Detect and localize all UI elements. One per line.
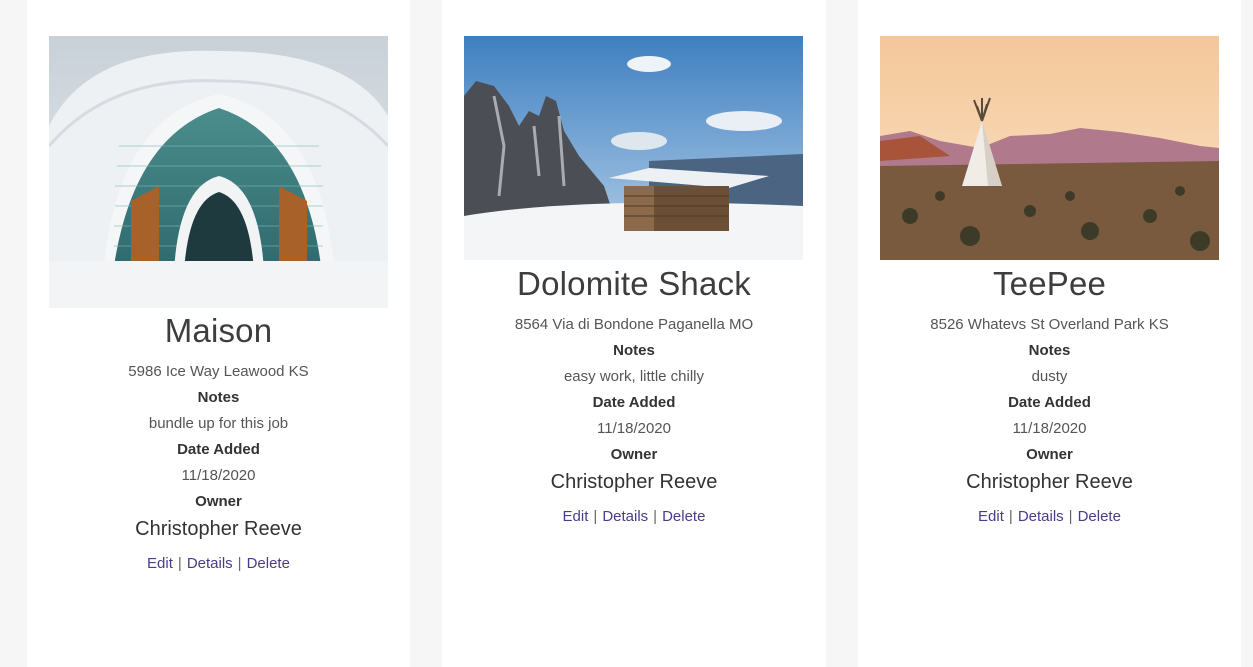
separator: | (177, 555, 182, 572)
owner-name: Christopher Reeve (966, 471, 1133, 493)
date-added-label: Date Added (177, 441, 260, 458)
notes-label: Notes (613, 342, 655, 359)
property-title: Maison (164, 312, 273, 349)
property-address: 8564 Via di Bondone Paganella MO (514, 316, 754, 333)
delete-link[interactable]: Delete (247, 555, 290, 572)
property-card: TeePee 8526 Whatevs St Overland Park KS … (858, 10, 1241, 664)
separator: | (593, 508, 598, 525)
details-link[interactable]: Details (1018, 508, 1064, 525)
mountain-shack-image (464, 36, 803, 260)
separator: | (653, 508, 658, 525)
teepee-desert-image (880, 36, 1219, 260)
edit-link[interactable]: Edit (147, 555, 173, 572)
card-actions: Edit | Details | Delete (858, 506, 1241, 528)
separator: | (1068, 508, 1073, 525)
notes-value: easy work, little chilly (563, 368, 705, 385)
card-actions: Edit | Details | Delete (442, 506, 826, 528)
delete-link[interactable]: Delete (1078, 508, 1121, 525)
owner-label: Owner (195, 493, 242, 510)
property-photo-ice-hotel[interactable] (49, 36, 388, 308)
property-photo-teepee[interactable] (880, 36, 1219, 260)
property-address: 8526 Whatevs St Overland Park KS (930, 316, 1169, 333)
card-actions: Edit | Details | Delete (27, 553, 410, 575)
date-added-label: Date Added (1008, 394, 1091, 411)
page-gutter (826, 0, 858, 667)
property-title: TeePee (992, 265, 1107, 302)
separator: | (237, 555, 242, 572)
property-card: Dolomite Shack 8564 Via di Bondone Pagan… (442, 10, 826, 664)
edit-link[interactable]: Edit (978, 508, 1004, 525)
notes-label: Notes (1028, 342, 1071, 359)
date-added-label: Date Added (592, 394, 676, 411)
edit-link[interactable]: Edit (563, 508, 589, 525)
notes-label: Notes (197, 389, 240, 406)
page-gutter (410, 0, 442, 667)
owner-label: Owner (610, 446, 658, 463)
separator: | (1008, 508, 1013, 525)
property-photo-mountain-shack[interactable] (464, 36, 803, 260)
delete-link[interactable]: Delete (662, 508, 705, 525)
property-card: Maison 5986 Ice Way Leawood KS Notes bun… (27, 10, 410, 664)
notes-value: bundle up for this job (148, 415, 289, 432)
property-title: Dolomite Shack (517, 265, 751, 302)
notes-value: dusty (1031, 368, 1068, 385)
ice-hotel-image (49, 36, 388, 308)
owner-label: Owner (1026, 446, 1073, 463)
date-added-value: 11/18/2020 (1012, 420, 1087, 437)
property-address: 5986 Ice Way Leawood KS (128, 363, 309, 380)
owner-name: Christopher Reeve (550, 471, 718, 493)
details-link[interactable]: Details (602, 508, 648, 525)
page-gutter-left (0, 0, 27, 667)
owner-name: Christopher Reeve (135, 518, 302, 540)
details-link[interactable]: Details (187, 555, 233, 572)
date-added-value: 11/18/2020 (181, 467, 256, 484)
page-gutter-right (1241, 0, 1253, 667)
date-added-value: 11/18/2020 (597, 420, 671, 437)
